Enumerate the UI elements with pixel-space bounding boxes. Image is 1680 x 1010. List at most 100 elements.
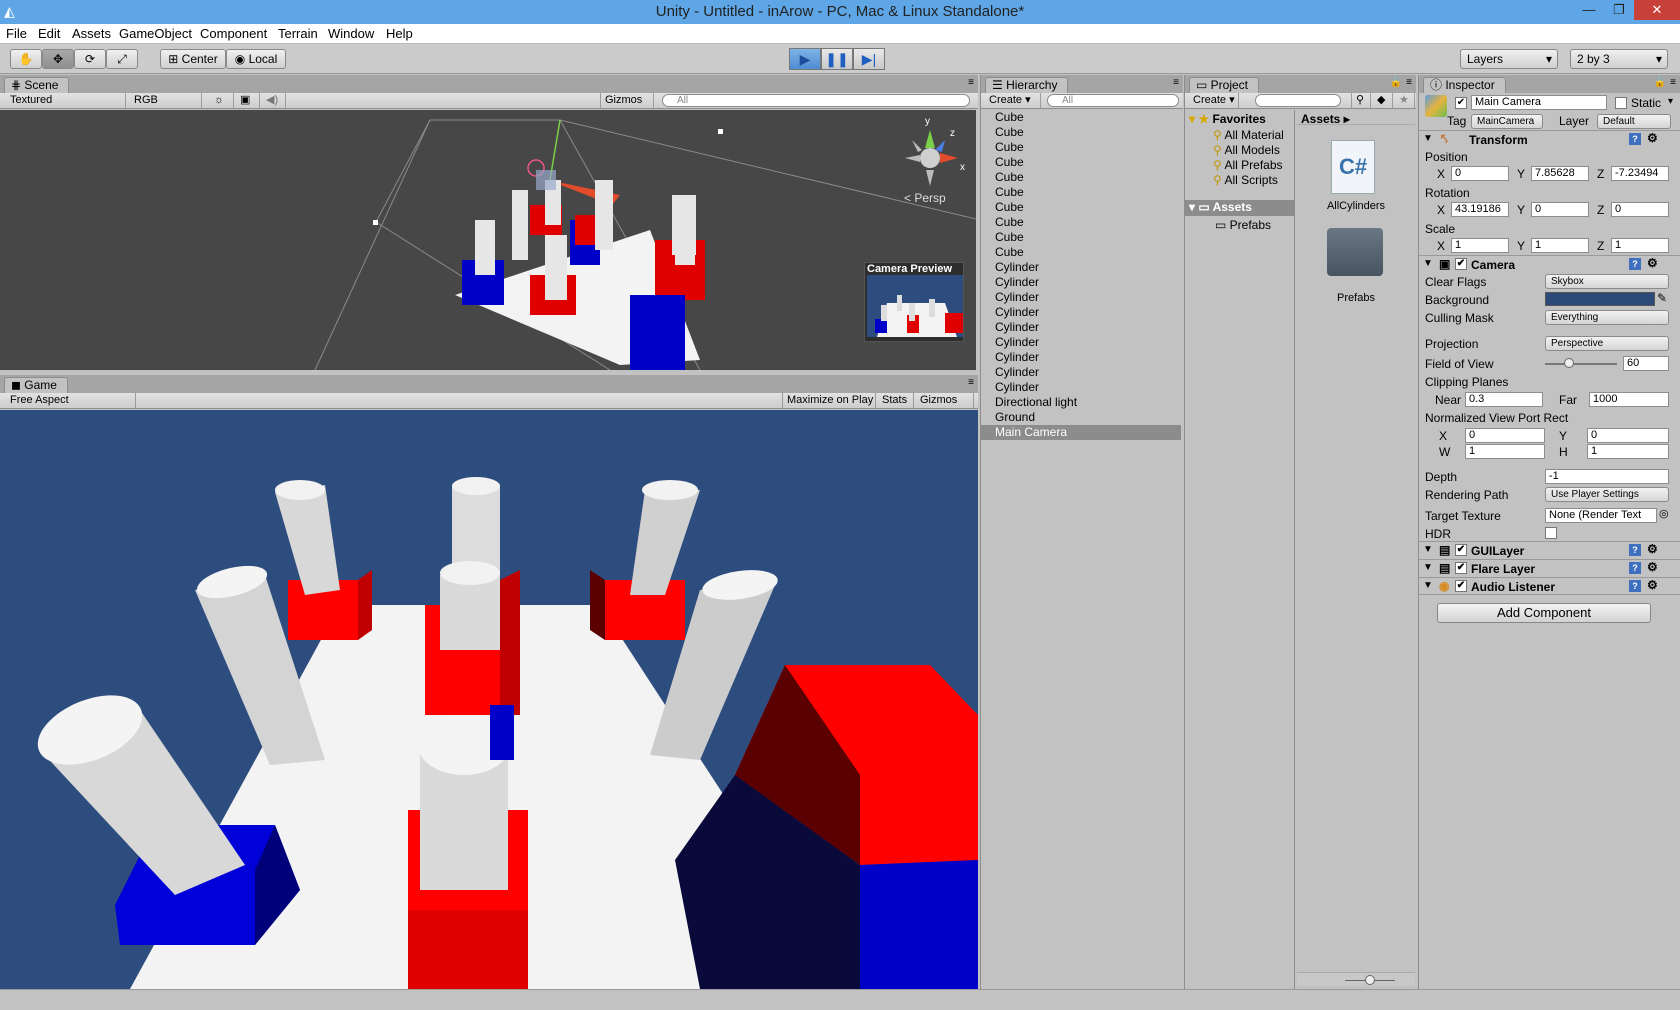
favorite-item[interactable]: ⚲ All Scripts	[1213, 173, 1278, 187]
hierarchy-search-input[interactable]: All	[1047, 94, 1179, 107]
aspect-dropdown[interactable]: Free Aspect	[6, 393, 136, 408]
favorite-item[interactable]: ⚲ All Material	[1213, 128, 1284, 142]
csharp-script-icon[interactable]: C#	[1331, 140, 1375, 194]
minimize-button[interactable]: —	[1574, 0, 1604, 20]
rotation-z-field[interactable]: 0	[1611, 202, 1669, 217]
hierarchy-item[interactable]: Cube	[981, 170, 1181, 185]
favorite-item[interactable]: ⚲ All Models	[1213, 143, 1280, 157]
hand-tool-icon[interactable]: ✋	[10, 49, 42, 69]
hierarchy-item[interactable]: Cylinder	[981, 290, 1181, 305]
pivot-center-button[interactable]: ⊞ Center	[160, 49, 226, 69]
help-book-icon[interactable]: ?	[1629, 133, 1641, 145]
favorite-item[interactable]: ⚲ All Prefabs	[1213, 158, 1283, 172]
slider-knob[interactable]	[1365, 975, 1375, 985]
far-field[interactable]: 1000	[1589, 392, 1669, 407]
game-viewport[interactable]	[0, 410, 978, 989]
hierarchy-item[interactable]: Main Camera	[981, 425, 1181, 440]
stats-toggle[interactable]: Stats	[878, 393, 914, 408]
panel-menu-icon[interactable]: ≡	[1173, 77, 1179, 88]
gear-icon[interactable]: ⚙	[1647, 256, 1658, 270]
flare-layer-header[interactable]: ▼ ▤ ✔ Flare Layer ? ⚙	[1419, 559, 1680, 577]
position-x-field[interactable]: 0	[1451, 166, 1509, 181]
folder-icon[interactable]	[1327, 228, 1383, 276]
hierarchy-item[interactable]: Cylinder	[981, 335, 1181, 350]
projection-dropdown[interactable]: Perspective	[1545, 336, 1669, 351]
panel-menu-icon[interactable]: ≡	[968, 377, 974, 388]
maximize-on-play-toggle[interactable]: Maximize on Play	[782, 393, 876, 408]
culling-mask-dropdown[interactable]: Everything	[1545, 310, 1669, 325]
hierarchy-item[interactable]: Cylinder	[981, 365, 1181, 380]
pivot-local-button[interactable]: ◉ Local	[226, 49, 286, 69]
near-field[interactable]: 0.3	[1465, 392, 1543, 407]
fov-slider-knob[interactable]	[1563, 358, 1574, 368]
depth-field[interactable]: -1	[1545, 469, 1669, 484]
layers-dropdown[interactable]: Layers ▾	[1460, 49, 1558, 69]
help-book-icon[interactable]: ?	[1629, 562, 1641, 574]
file-label[interactable]: AllCylinders	[1297, 200, 1415, 212]
rendering-path-dropdown[interactable]: Use Player Settings	[1545, 487, 1669, 502]
scene-viewport[interactable]: y x z	[0, 110, 976, 370]
static-checkbox[interactable]	[1615, 97, 1627, 109]
assets-tree-item[interactable]: ▾ ▭ Assets	[1185, 200, 1295, 216]
sun-toggle-icon[interactable]: ☼	[210, 93, 234, 108]
help-book-icon[interactable]: ?	[1629, 544, 1641, 556]
hierarchy-item[interactable]: Cube	[981, 140, 1181, 155]
fov-field[interactable]: 60	[1623, 356, 1669, 371]
menu-window[interactable]: Window	[328, 26, 374, 41]
scale-z-field[interactable]: 1	[1611, 238, 1669, 253]
pause-button[interactable]: ❚❚	[821, 48, 853, 70]
prefabs-tree-item[interactable]: ▭ Prefabs	[1215, 218, 1271, 232]
menu-file[interactable]: File	[6, 26, 27, 41]
image-toggle-icon[interactable]: ▣	[236, 93, 260, 108]
hierarchy-item[interactable]: Ground	[981, 410, 1181, 425]
audio-listener-header[interactable]: ▼ ◉ ✔ Audio Listener ? ⚙	[1419, 577, 1680, 595]
menu-edit[interactable]: Edit	[38, 26, 60, 41]
gear-icon[interactable]: ⚙	[1647, 131, 1658, 145]
favorites-header[interactable]: ▾ ★ Favorites	[1189, 112, 1266, 126]
move-tool-icon[interactable]: ✥	[42, 49, 74, 69]
close-button[interactable]: ✕	[1634, 0, 1680, 20]
file-label[interactable]: Prefabs	[1297, 292, 1415, 304]
menu-assets[interactable]: Assets	[72, 26, 111, 41]
scale-y-field[interactable]: 1	[1531, 238, 1589, 253]
project-create-dropdown[interactable]: Create ▾	[1189, 93, 1239, 108]
tag-dropdown[interactable]: MainCamera	[1471, 114, 1543, 129]
camera-header[interactable]: ▼ ▣ ✔ Camera ? ⚙	[1419, 255, 1680, 273]
position-y-field[interactable]: 7.85628	[1531, 166, 1589, 181]
hierarchy-item[interactable]: Cube	[981, 125, 1181, 140]
game-gizmos-dropdown[interactable]: Gizmos	[916, 393, 974, 408]
gear-icon[interactable]: ⚙	[1647, 578, 1658, 592]
scene-search-input[interactable]: All	[662, 94, 970, 107]
persp-label[interactable]: < Persp	[904, 191, 946, 205]
gear-icon[interactable]: ⚙	[1647, 542, 1658, 556]
guilayer-checkbox[interactable]: ✔	[1455, 544, 1467, 556]
position-z-field[interactable]: -7.23494	[1611, 166, 1669, 181]
rotation-x-field[interactable]: 43.19186	[1451, 202, 1509, 217]
hierarchy-item[interactable]: Cube	[981, 155, 1181, 170]
play-button[interactable]: ▶	[789, 48, 821, 70]
hierarchy-item[interactable]: Cube	[981, 215, 1181, 230]
hierarchy-item[interactable]: Cube	[981, 230, 1181, 245]
panel-menu-icon[interactable]: ≡	[968, 77, 974, 88]
hierarchy-item[interactable]: Cylinder	[981, 350, 1181, 365]
filter-label-icon[interactable]: ◆	[1373, 93, 1393, 108]
tab-hierarchy[interactable]: ☰ Hierarchy	[985, 77, 1069, 93]
render-mode-dropdown[interactable]: Textured	[6, 93, 126, 108]
gear-icon[interactable]: ⚙	[1647, 560, 1658, 574]
viewport-h-field[interactable]: 1	[1587, 444, 1669, 459]
tab-scene[interactable]: ⋕ Scene	[4, 77, 70, 93]
viewport-y-field[interactable]: 0	[1587, 428, 1669, 443]
hierarchy-item[interactable]: Cylinder	[981, 320, 1181, 335]
hierarchy-item[interactable]: Cube	[981, 245, 1181, 260]
audio-toggle-icon[interactable]: ◀)	[262, 93, 286, 108]
layer-dropdown[interactable]: Default	[1597, 114, 1671, 129]
tab-game[interactable]: ◼ Game	[4, 377, 68, 393]
hierarchy-item[interactable]: Directional light	[981, 395, 1181, 410]
chevron-down-icon[interactable]: ▾	[1668, 96, 1673, 107]
favorite-star-icon[interactable]: ★	[1395, 93, 1415, 108]
camera-enabled-checkbox[interactable]: ✔	[1455, 258, 1467, 270]
panel-menu-icon[interactable]: ≡	[1406, 77, 1412, 88]
channel-dropdown[interactable]: RGB	[130, 93, 202, 108]
hierarchy-item[interactable]: Cylinder	[981, 260, 1181, 275]
clear-flags-dropdown[interactable]: Skybox	[1545, 274, 1669, 289]
